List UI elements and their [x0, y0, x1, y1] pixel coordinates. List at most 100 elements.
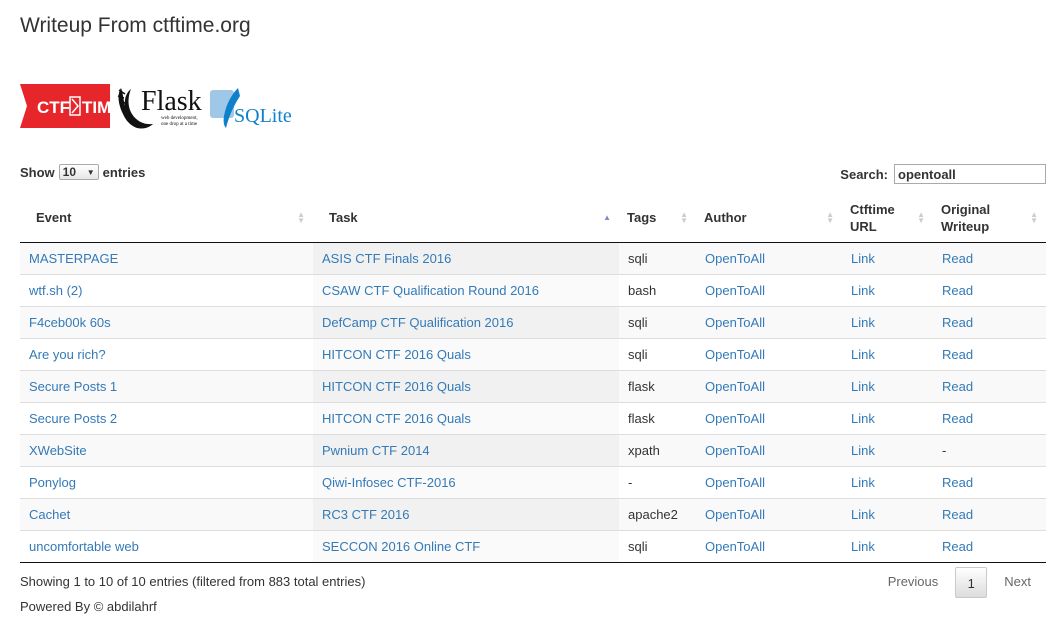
event-link[interactable]: MASTERPAGE — [29, 251, 118, 266]
svg-text:web development,: web development, — [161, 116, 198, 121]
ctftime-url-link[interactable]: Link — [851, 283, 875, 298]
entries-length-select[interactable]: 10 ▼ — [58, 164, 99, 180]
writeup-link[interactable]: Read — [942, 411, 973, 426]
author-link[interactable]: OpenToAll — [705, 347, 765, 362]
next-page-button[interactable]: Next — [991, 566, 1044, 598]
writeup-link[interactable]: Read — [942, 315, 973, 330]
cell-writeup: Read — [933, 401, 1046, 434]
task-link[interactable]: Pwnium CTF 2014 — [322, 443, 430, 458]
event-link[interactable]: Are you rich? — [29, 347, 106, 362]
chevron-down-icon: ▼ — [86, 167, 95, 177]
writeup-link[interactable]: Read — [942, 347, 973, 362]
writeup-link[interactable]: Read — [942, 283, 973, 298]
table-row: wtf.sh (2) CSAW CTF Qualification Round 2… — [20, 273, 1046, 306]
show-label: Show — [20, 164, 55, 180]
previous-page-button[interactable]: Previous — [875, 566, 952, 598]
event-link[interactable]: Cachet — [29, 507, 70, 522]
author-link[interactable]: OpenToAll — [705, 507, 765, 522]
search-input[interactable] — [894, 164, 1046, 184]
cell-task: HITCON CTF 2016 Quals — [313, 401, 619, 434]
column-header-tags[interactable]: Tags ▲ ▼ — [619, 194, 696, 243]
task-link[interactable]: CSAW CTF Qualification Round 2016 — [322, 283, 539, 298]
current-page-button[interactable]: 1 — [955, 566, 988, 598]
task-link[interactable]: HITCON CTF 2016 Quals — [322, 411, 471, 426]
author-link[interactable]: OpenToAll — [705, 539, 765, 554]
cell-task: RC3 CTF 2016 — [313, 497, 619, 530]
column-header-original-writeup[interactable]: Original Writeup ▲ ▼ — [933, 194, 1046, 243]
ctftime-url-link[interactable]: Link — [851, 411, 875, 426]
table-row: uncomfortable web SECCON 2016 Online CTF s… — [20, 529, 1046, 563]
writeup-link[interactable]: Read — [942, 475, 973, 490]
event-link[interactable]: Secure Posts 1 — [29, 379, 117, 394]
cell-writeup: Read — [933, 273, 1046, 306]
cell-ctf-url: Link — [842, 465, 933, 498]
entries-length-control: Show 10 ▼ entries — [20, 164, 145, 180]
cell-task: CSAW CTF Qualification Round 2016 — [313, 273, 619, 306]
table-row: Ponylog Qiwi-Infosec CTF-2016 - OpenToAll Li… — [20, 465, 1046, 498]
cell-writeup: Read — [933, 337, 1046, 370]
task-link[interactable]: HITCON CTF 2016 Quals — [322, 379, 471, 394]
page-title: Writeup From ctftime.org — [20, 14, 251, 37]
sort-icon: ▲ ▼ — [917, 209, 925, 225]
cell-task: Qiwi-Infosec CTF-2016 — [313, 465, 619, 498]
entries-label: entries — [102, 164, 146, 180]
cell-author: OpenToAll — [696, 242, 842, 274]
task-link[interactable]: Qiwi-Infosec CTF-2016 — [322, 475, 456, 490]
writeup-link[interactable]: Read — [942, 539, 973, 554]
event-link[interactable]: Secure Posts 2 — [29, 411, 117, 426]
cell-event: MASTERPAGE — [20, 242, 313, 274]
author-link[interactable]: OpenToAll — [705, 475, 765, 490]
event-link[interactable]: wtf.sh (2) — [29, 283, 82, 298]
footer-credit: Powered By © abdilahrf — [20, 599, 157, 614]
event-link[interactable]: F4ceb00k 60s — [29, 315, 111, 330]
column-header-author[interactable]: Author ▲ ▼ — [696, 194, 842, 243]
ctftime-url-link[interactable]: Link — [851, 379, 875, 394]
event-link[interactable]: uncomfortable web — [29, 539, 139, 554]
column-header-event[interactable]: Event ▲ ▼ — [20, 194, 313, 243]
ctftime-url-link[interactable]: Link — [851, 251, 875, 266]
cell-author: OpenToAll — [696, 337, 842, 370]
tags-cell: flask — [628, 378, 655, 394]
author-link[interactable]: OpenToAll — [705, 315, 765, 330]
task-link[interactable]: SECCON 2016 Online CTF — [322, 539, 480, 554]
author-link[interactable]: OpenToAll — [705, 283, 765, 298]
writeup-link[interactable]: Read — [942, 251, 973, 266]
author-link[interactable]: OpenToAll — [705, 411, 765, 426]
ctftime-url-link[interactable]: Link — [851, 315, 875, 330]
ctftime-url-link[interactable]: Link — [851, 539, 875, 554]
author-link[interactable]: OpenToAll — [705, 251, 765, 266]
writeup-link[interactable]: Read — [942, 379, 973, 394]
cell-ctf-url: Link — [842, 529, 933, 563]
ctftime-url-link[interactable]: Link — [851, 475, 875, 490]
ctftime-url-link[interactable]: Link — [851, 507, 875, 522]
cell-writeup: Read — [933, 305, 1046, 338]
task-link[interactable]: RC3 CTF 2016 — [322, 507, 409, 522]
column-header-task[interactable]: Task ▲ — [313, 194, 619, 243]
task-link[interactable]: HITCON CTF 2016 Quals — [322, 347, 471, 362]
writeup-link[interactable]: Read — [942, 507, 973, 522]
cell-writeup: Read — [933, 369, 1046, 402]
cell-event: Secure Posts 2 — [20, 401, 313, 434]
cell-event: Secure Posts 1 — [20, 369, 313, 402]
event-link[interactable]: XWebSite — [29, 443, 87, 458]
task-link[interactable]: ASIS CTF Finals 2016 — [322, 251, 451, 266]
cell-writeup: Read — [933, 529, 1046, 563]
ctftime-url-link[interactable]: Link — [851, 443, 875, 458]
author-link[interactable]: OpenToAll — [705, 443, 765, 458]
table-row: Cachet RC3 CTF 2016 apache2 OpenToAll Link Re… — [20, 497, 1046, 530]
table-info: Showing 1 to 10 of 10 entries (filtered … — [20, 574, 366, 589]
ctftime-url-link[interactable]: Link — [851, 347, 875, 362]
task-link[interactable]: DefCamp CTF Qualification 2016 — [322, 315, 513, 330]
cell-task: SECCON 2016 Online CTF — [313, 529, 619, 563]
cell-author: OpenToAll — [696, 465, 842, 498]
cell-task: HITCON CTF 2016 Quals — [313, 337, 619, 370]
tags-cell: sqli — [628, 346, 648, 362]
sqlite-logo: SQLite — [210, 88, 292, 128]
cell-tags: flask — [619, 401, 696, 434]
author-link[interactable]: OpenToAll — [705, 379, 765, 394]
column-header-ctftime-url[interactable]: Ctftime URL ▲ ▼ — [842, 194, 933, 243]
ctftime-logo-text-ctf: CTF — [37, 98, 70, 117]
cell-event: XWebSite — [20, 433, 313, 466]
search-label: Search: — [840, 166, 888, 182]
event-link[interactable]: Ponylog — [29, 475, 76, 490]
